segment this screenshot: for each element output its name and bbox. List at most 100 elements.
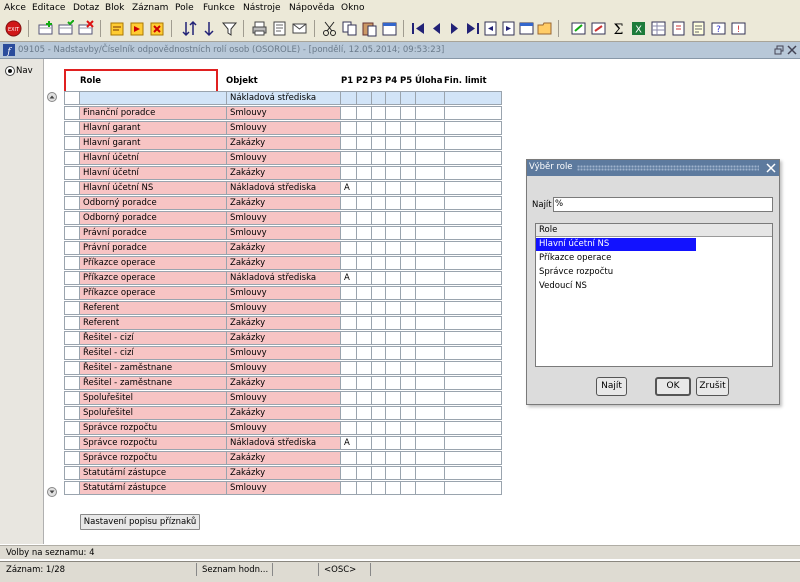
objekt-cell[interactable]: Nákladová střediska: [226, 181, 341, 195]
uloha-cell[interactable]: [415, 361, 445, 375]
close-form-icon[interactable]: [787, 45, 797, 55]
p5-cell[interactable]: [400, 451, 416, 465]
p2-cell[interactable]: [356, 196, 372, 210]
p3-cell[interactable]: [371, 271, 386, 285]
row-selector[interactable]: [64, 121, 80, 135]
fin-limit-cell[interactable]: [444, 91, 502, 105]
prev-record-icon[interactable]: [428, 20, 445, 37]
row-selector[interactable]: [64, 451, 80, 465]
row-selector[interactable]: [64, 346, 80, 360]
fin-limit-cell[interactable]: [444, 316, 502, 330]
p3-cell[interactable]: [371, 391, 386, 405]
print-icon[interactable]: [251, 20, 268, 37]
folder-icon[interactable]: [536, 20, 553, 37]
p4-cell[interactable]: [385, 301, 401, 315]
p1-cell[interactable]: [340, 256, 357, 270]
list-item[interactable]: Správce rozpočtu: [536, 266, 696, 279]
p1-cell[interactable]: [340, 406, 357, 420]
objekt-cell[interactable]: Zakázky: [226, 166, 341, 180]
filter-icon[interactable]: [221, 20, 238, 37]
uloha-cell[interactable]: [415, 136, 445, 150]
row-selector[interactable]: [64, 196, 80, 210]
query-enter-icon[interactable]: [108, 20, 125, 37]
p2-cell[interactable]: [356, 181, 372, 195]
fin-limit-cell[interactable]: [444, 376, 502, 390]
fin-limit-cell[interactable]: [444, 211, 502, 225]
p1-cell[interactable]: [340, 376, 357, 390]
first-record-icon[interactable]: [410, 20, 427, 37]
objekt-cell[interactable]: Nákladová střediska: [226, 271, 341, 285]
sheet-icon[interactable]: [650, 20, 667, 37]
p4-cell[interactable]: [385, 316, 401, 330]
role-cell[interactable]: Právní poradce: [79, 226, 227, 240]
objekt-cell[interactable]: Zakázky: [226, 316, 341, 330]
p4-cell[interactable]: [385, 436, 401, 450]
objekt-cell[interactable]: Smlouvy: [226, 121, 341, 135]
uloha-cell[interactable]: [415, 121, 445, 135]
uloha-cell[interactable]: [415, 316, 445, 330]
uloha-cell[interactable]: [415, 226, 445, 240]
p5-cell[interactable]: [400, 361, 416, 375]
p4-cell[interactable]: [385, 166, 401, 180]
role-cell[interactable]: Hlavní garant: [79, 121, 227, 135]
p5-cell[interactable]: [400, 106, 416, 120]
row-selector[interactable]: [64, 91, 80, 105]
role-cell[interactable]: Řešitel - zaměstnane: [79, 376, 227, 390]
p3-cell[interactable]: [371, 106, 386, 120]
row-selector[interactable]: [64, 421, 80, 435]
p1-cell[interactable]: [340, 166, 357, 180]
uloha-cell[interactable]: [415, 391, 445, 405]
uloha-cell[interactable]: [415, 421, 445, 435]
role-cell[interactable]: Spoluřešitel: [79, 406, 227, 420]
p3-cell[interactable]: [371, 91, 386, 105]
p2-cell[interactable]: [356, 346, 372, 360]
p2-cell[interactable]: [356, 106, 372, 120]
p4-cell[interactable]: [385, 256, 401, 270]
fin-limit-cell[interactable]: [444, 271, 502, 285]
p3-cell[interactable]: [371, 226, 386, 240]
attachment-icon[interactable]: [670, 20, 687, 37]
p1-cell[interactable]: [340, 346, 357, 360]
objekt-cell[interactable]: Smlouvy: [226, 286, 341, 300]
cancel-button[interactable]: Zrušit: [696, 377, 729, 396]
row-selector[interactable]: [64, 466, 80, 480]
p4-cell[interactable]: [385, 466, 401, 480]
fin-limit-cell[interactable]: [444, 226, 502, 240]
p5-cell[interactable]: [400, 301, 416, 315]
p5-cell[interactable]: [400, 406, 416, 420]
p2-cell[interactable]: [356, 166, 372, 180]
p1-cell[interactable]: [340, 151, 357, 165]
p3-cell[interactable]: [371, 406, 386, 420]
cut-icon[interactable]: [321, 20, 338, 37]
objekt-cell[interactable]: Zakázky: [226, 331, 341, 345]
p1-cell[interactable]: [340, 196, 357, 210]
p1-cell[interactable]: A: [340, 271, 357, 285]
p2-cell[interactable]: [356, 286, 372, 300]
p2-cell[interactable]: [356, 316, 372, 330]
role-cell[interactable]: Statutární zástupce: [79, 466, 227, 480]
row-selector[interactable]: [64, 331, 80, 345]
dialog-close-icon[interactable]: [766, 163, 776, 173]
fin-limit-cell[interactable]: [444, 481, 502, 495]
uloha-cell[interactable]: [415, 241, 445, 255]
role-cell[interactable]: Finanční poradce: [79, 106, 227, 120]
paste-icon[interactable]: [361, 20, 378, 37]
p2-cell[interactable]: [356, 301, 372, 315]
p5-cell[interactable]: [400, 391, 416, 405]
row-selector[interactable]: [64, 181, 80, 195]
objekt-cell[interactable]: Zakázky: [226, 241, 341, 255]
p3-cell[interactable]: [371, 166, 386, 180]
row-selector[interactable]: [64, 376, 80, 390]
row-selector[interactable]: [64, 286, 80, 300]
role-cell[interactable]: Hlavní účetní: [79, 151, 227, 165]
p3-cell[interactable]: [371, 121, 386, 135]
fin-limit-cell[interactable]: [444, 346, 502, 360]
fin-limit-cell[interactable]: [444, 181, 502, 195]
fin-limit-cell[interactable]: [444, 286, 502, 300]
p4-cell[interactable]: [385, 121, 401, 135]
p5-cell[interactable]: [400, 211, 416, 225]
p1-cell[interactable]: [340, 316, 357, 330]
fin-limit-cell[interactable]: [444, 301, 502, 315]
p4-cell[interactable]: [385, 226, 401, 240]
query-execute-icon[interactable]: [128, 20, 145, 37]
